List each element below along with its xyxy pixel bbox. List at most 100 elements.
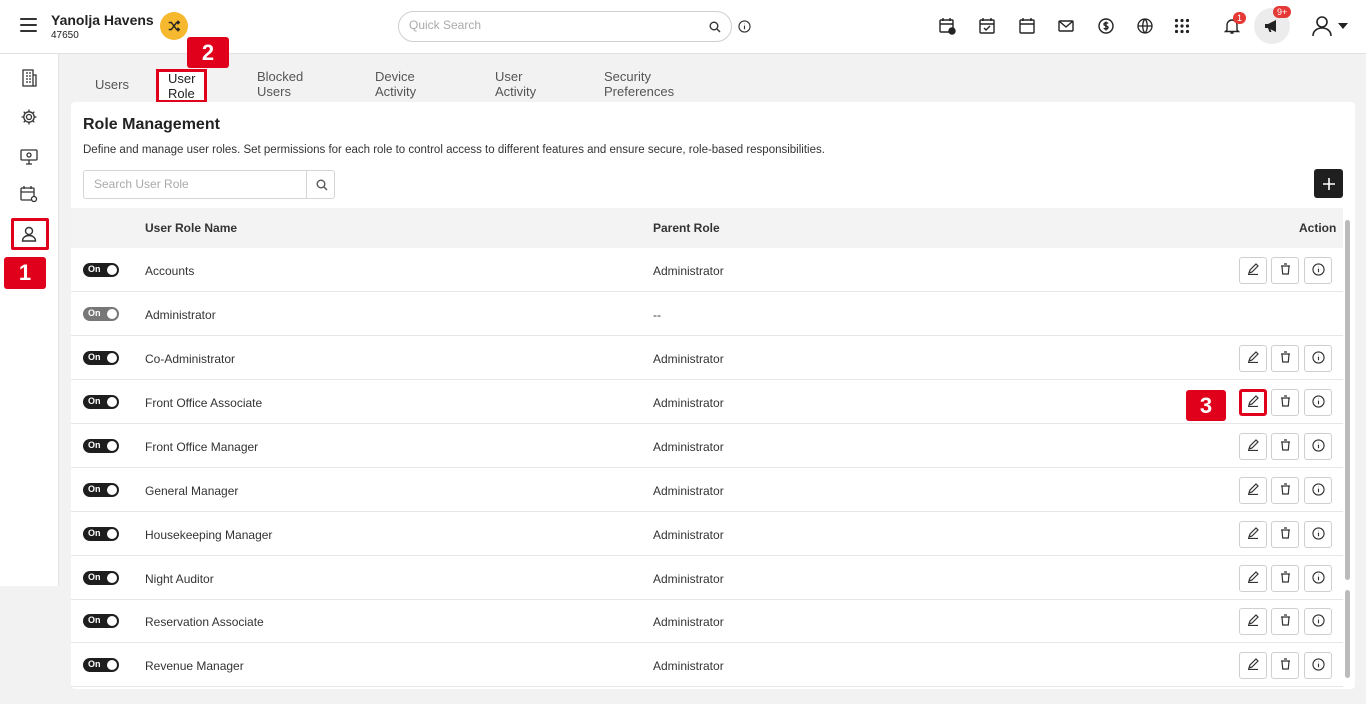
role-name: Front Office Associate (145, 396, 263, 410)
pencil-icon (1247, 614, 1259, 629)
edit-button[interactable] (1239, 477, 1267, 504)
info-button[interactable] (1304, 389, 1332, 416)
mail-icon[interactable] (1056, 16, 1076, 36)
info-button[interactable] (1304, 565, 1332, 592)
calendar-settings-icon[interactable] (19, 184, 39, 204)
role-search-input[interactable] (94, 177, 294, 191)
hotel-name: Yanolja Havens (51, 12, 154, 28)
globe-icon[interactable] (1135, 16, 1155, 36)
tab-security-preferences[interactable]: Security Preferences (604, 66, 674, 102)
parent-role: Administrator (653, 264, 724, 278)
info-icon (1311, 438, 1325, 455)
pencil-icon (1247, 571, 1259, 586)
scrollbar-thumb-lower[interactable] (1345, 590, 1350, 678)
info-icon[interactable] (738, 20, 751, 38)
apps-grid-icon[interactable] (1172, 16, 1192, 36)
monitor-settings-icon[interactable] (19, 147, 39, 167)
parent-role: Administrator (653, 659, 724, 673)
delete-button[interactable] (1271, 608, 1299, 635)
page-description: Define and manage user roles. Set permis… (83, 144, 825, 156)
info-button[interactable] (1304, 345, 1332, 372)
trash-icon (1280, 483, 1291, 498)
hotel-id: 47650 (51, 30, 79, 41)
info-icon (1311, 350, 1325, 367)
trash-icon (1280, 614, 1291, 629)
search-icon[interactable] (316, 178, 328, 196)
user-menu[interactable] (1312, 15, 1348, 37)
pencil-icon (1247, 527, 1259, 542)
user-icon[interactable] (1312, 15, 1332, 37)
sidebar (0, 54, 59, 586)
info-icon (1311, 482, 1325, 499)
tab-user-role[interactable]: User Role (156, 69, 208, 103)
quick-search[interactable] (398, 11, 732, 42)
calendar-check-icon[interactable] (977, 16, 997, 36)
delete-button[interactable] (1271, 257, 1299, 284)
status-toggle[interactable]: On (83, 263, 119, 277)
edit-button[interactable] (1239, 608, 1267, 635)
info-button[interactable] (1304, 608, 1332, 635)
delete-button[interactable] (1271, 521, 1299, 548)
delete-button[interactable] (1271, 433, 1299, 460)
edit-button[interactable] (1239, 345, 1267, 372)
plus-icon (1322, 177, 1335, 190)
info-button[interactable] (1304, 521, 1332, 548)
calendar-icon[interactable] (1017, 16, 1037, 36)
status-toggle: On (83, 307, 119, 321)
col-parent-role: Parent Role (653, 221, 720, 235)
switch-property-icon[interactable] (160, 12, 188, 40)
tab-blocked-users[interactable]: Blocked Users (257, 66, 303, 102)
chevron-down-icon[interactable] (1338, 23, 1348, 29)
sidebar-user-highlight (11, 218, 49, 250)
tab-user-activity[interactable]: User Activity (495, 66, 536, 102)
edit-button[interactable] (1239, 389, 1267, 416)
info-button[interactable] (1304, 652, 1332, 679)
info-button[interactable] (1304, 477, 1332, 504)
parent-role: Administrator (653, 440, 724, 454)
search-icon[interactable] (709, 20, 721, 38)
calendar-add-icon[interactable] (937, 16, 957, 36)
menu-icon[interactable] (20, 18, 37, 32)
table-row: On Night Auditor Administrator (71, 556, 1343, 600)
add-role-button[interactable] (1314, 169, 1343, 198)
role-name: Revenue Manager (145, 659, 244, 673)
edit-button[interactable] (1239, 521, 1267, 548)
status-toggle[interactable]: On (83, 439, 119, 453)
status-toggle[interactable]: On (83, 483, 119, 497)
status-toggle[interactable]: On (83, 658, 119, 672)
tab-device-activity[interactable]: Device Activity (375, 66, 416, 102)
edit-button[interactable] (1239, 433, 1267, 460)
tab-users[interactable]: Users (95, 66, 129, 102)
status-toggle[interactable]: On (83, 351, 119, 365)
quick-search-input[interactable] (409, 18, 689, 32)
delete-button[interactable] (1271, 652, 1299, 679)
trash-icon (1280, 351, 1291, 366)
info-button[interactable] (1304, 433, 1332, 460)
dollar-icon[interactable] (1096, 16, 1116, 36)
pencil-icon (1247, 263, 1259, 278)
delete-button[interactable] (1271, 389, 1299, 416)
gear-icon[interactable] (19, 107, 39, 127)
status-toggle[interactable]: On (83, 571, 119, 585)
delete-button[interactable] (1271, 345, 1299, 372)
edit-button[interactable] (1239, 652, 1267, 679)
delete-button[interactable] (1271, 477, 1299, 504)
info-button[interactable] (1304, 257, 1332, 284)
status-toggle[interactable]: On (83, 614, 119, 628)
page-title: Role Management (83, 116, 220, 133)
status-toggle[interactable]: On (83, 395, 119, 409)
role-search[interactable] (83, 170, 335, 199)
status-toggle[interactable]: On (83, 527, 119, 541)
parent-role: Administrator (653, 572, 724, 586)
scrollbar-thumb[interactable] (1345, 220, 1350, 580)
info-icon (1311, 526, 1325, 543)
pencil-icon (1247, 483, 1259, 498)
col-user-role-name: User Role Name (145, 221, 238, 235)
delete-button[interactable] (1271, 565, 1299, 592)
edit-button[interactable] (1239, 565, 1267, 592)
table-row: On Reservation Associate Administrator (71, 599, 1343, 643)
table-row: On Administrator -- (71, 292, 1343, 336)
trash-icon (1280, 658, 1291, 673)
edit-button[interactable] (1239, 257, 1267, 284)
building-icon[interactable] (19, 68, 39, 88)
